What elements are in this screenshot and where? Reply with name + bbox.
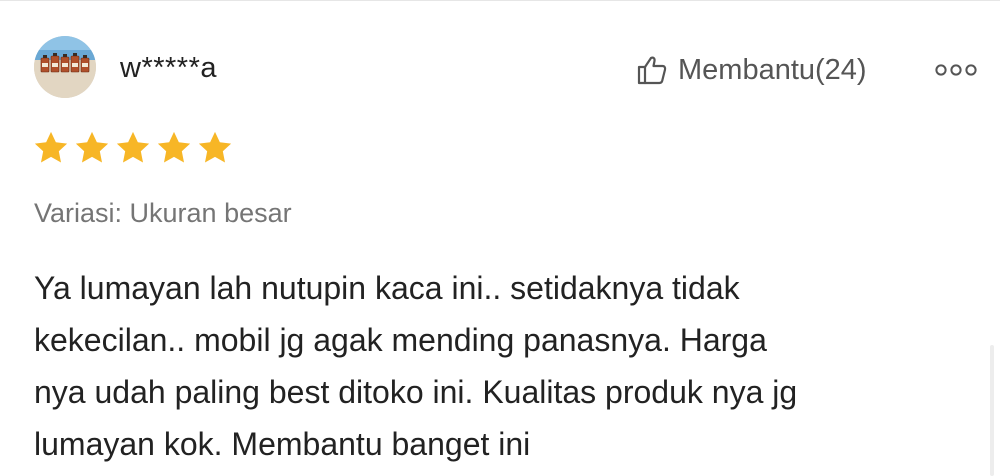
thumbs-up-icon — [636, 54, 668, 86]
star-icon — [198, 131, 232, 163]
star-rating — [32, 130, 234, 166]
avatar-photo — [34, 36, 96, 98]
username: w*****a — [120, 52, 217, 84]
review-header: w*****a Membantu(24) — [34, 34, 978, 100]
divider — [0, 0, 1000, 1]
star-icon — [34, 131, 68, 163]
helpful-count-label: Membantu(24) — [678, 53, 867, 86]
review-card: w*****a Membantu(24) Variasi: Ukuran bes… — [0, 0, 1000, 476]
helpful-button[interactable]: Membantu(24) — [636, 50, 867, 90]
more-options-icon[interactable] — [934, 62, 978, 78]
star-icon — [157, 131, 191, 163]
review-text: Ya lumayan lah nutupin kaca ini.. setida… — [34, 270, 798, 462]
star-icon — [116, 131, 150, 163]
avatar[interactable] — [34, 36, 96, 98]
variation-label: Variasi: Ukuran besar — [34, 198, 292, 228]
star-icon — [75, 131, 109, 163]
scrollbar[interactable] — [990, 345, 994, 476]
